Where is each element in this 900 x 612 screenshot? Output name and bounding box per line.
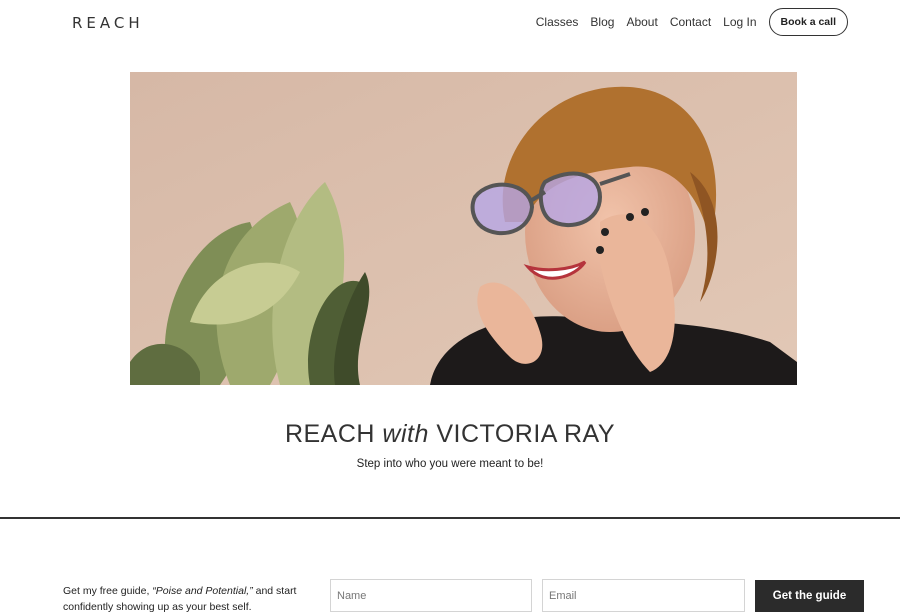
guide-name: “Poise and Potential,” [152, 585, 253, 597]
title-part-name: VICTORIA RAY [428, 420, 616, 448]
nav-item-login[interactable]: Log In [723, 15, 756, 29]
site-logo[interactable]: REACH [72, 14, 144, 32]
section-divider [0, 517, 900, 519]
hero-image [130, 72, 797, 385]
page-title: REACH with VICTORIA RAY [0, 420, 900, 449]
get-the-guide-button[interactable]: Get the guide [755, 580, 864, 612]
main-nav: Classes Blog About Contact Log In Book a… [536, 8, 848, 36]
site-header: REACH Classes Blog About Contact Log In … [0, 0, 900, 44]
name-field[interactable] [330, 579, 532, 612]
nav-item-contact[interactable]: Contact [670, 15, 711, 29]
nav-item-blog[interactable]: Blog [590, 15, 614, 29]
guide-text-before: Get my free guide, [63, 585, 153, 597]
book-a-call-button[interactable]: Book a call [768, 8, 848, 36]
email-field[interactable] [542, 579, 745, 612]
title-part-reach: REACH [284, 420, 383, 448]
free-guide-text: Get my free guide, “Poise and Potential,… [63, 583, 323, 612]
page-subtitle: Step into who you were meant to be! [356, 458, 544, 470]
title-part-with: with [382, 420, 429, 448]
nav-item-about[interactable]: About [626, 15, 657, 29]
nav-item-classes[interactable]: Classes [536, 15, 579, 29]
